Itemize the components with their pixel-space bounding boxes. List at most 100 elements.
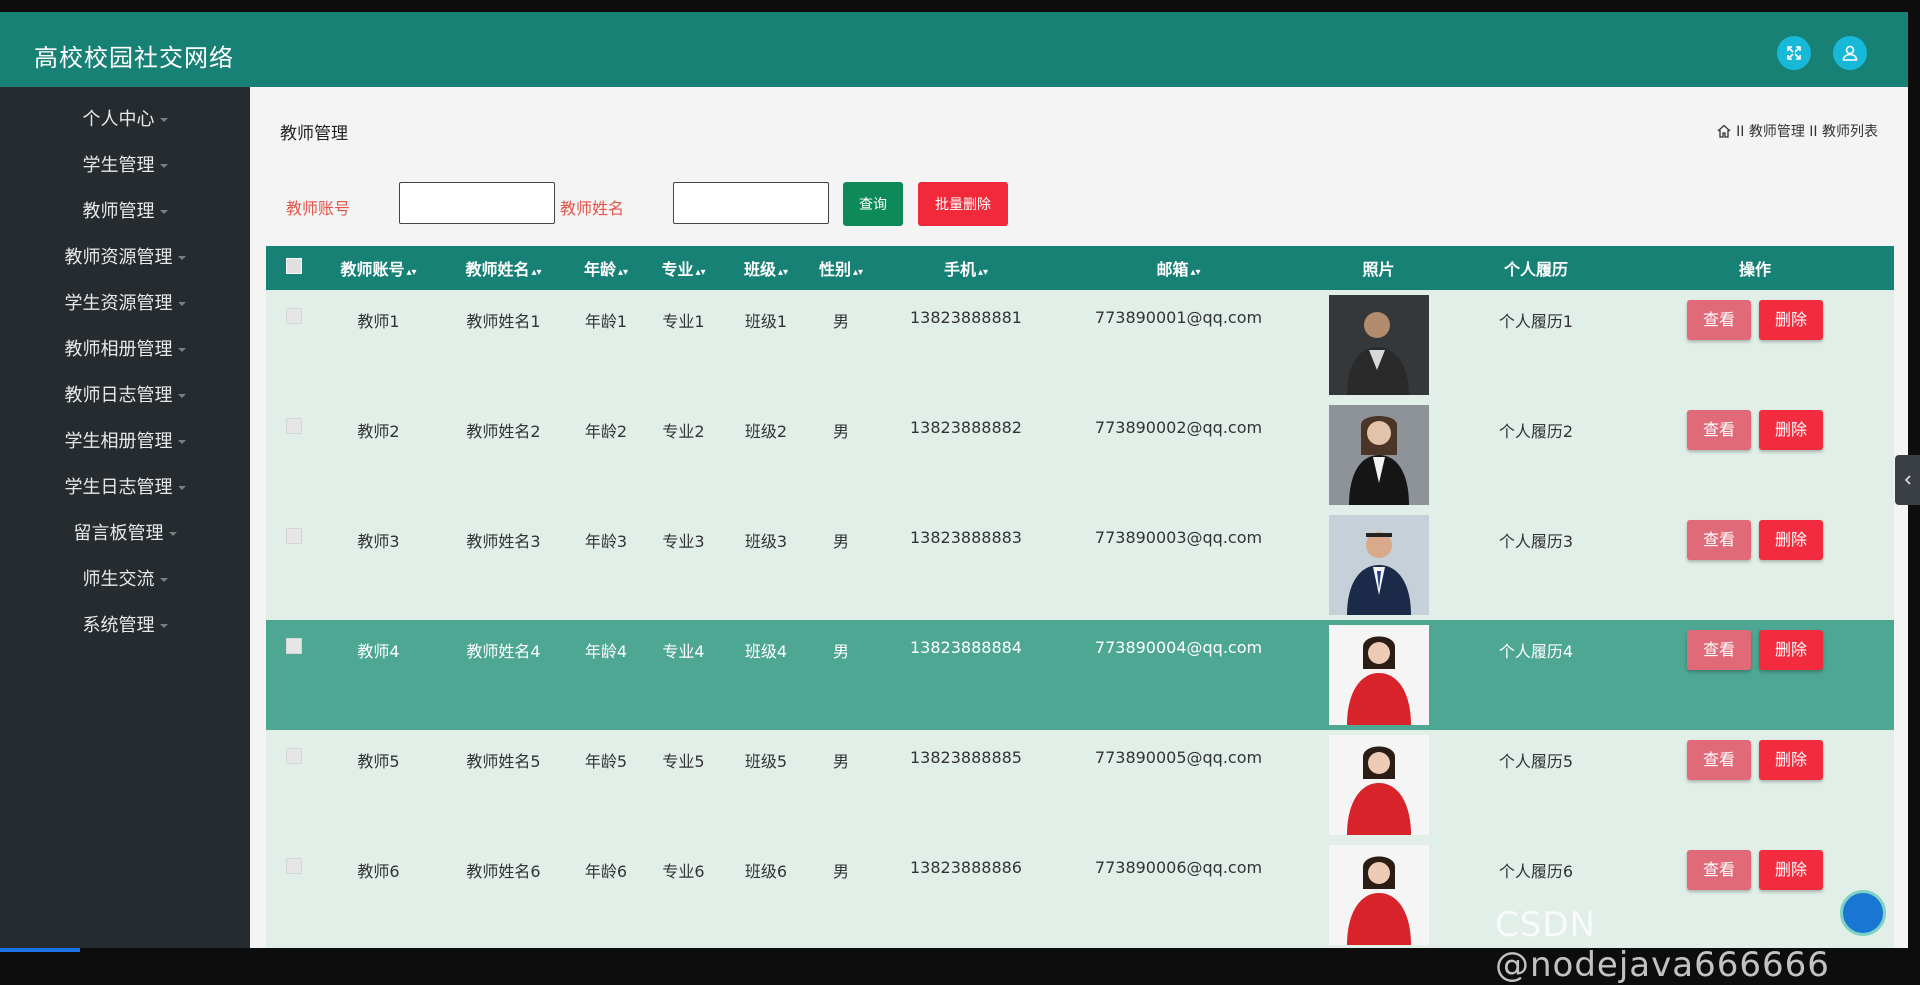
home-icon[interactable] [1716,123,1732,139]
view-button[interactable]: 查看 [1687,410,1751,450]
sort-icon[interactable]: ▴▾ [1190,267,1200,278]
column-header[interactable]: 性别 ▴▾ [806,246,876,290]
column-header[interactable]: 教师账号 ▴▾ [321,246,436,290]
caret-down-icon [177,486,186,490]
teacher-photo[interactable] [1328,845,1429,945]
sidebar-item-student-management[interactable]: 学生管理 [0,141,250,187]
batch-delete-button[interactable]: 批量删除 [918,182,1008,226]
view-button[interactable]: 查看 [1687,520,1751,560]
teacher-name-input[interactable] [673,182,829,224]
sidebar-item-teacher-logs[interactable]: 教师日志管理 [0,371,250,417]
sidebar-item-teacher-student-chat[interactable]: 师生交流 [0,555,250,601]
resume-cell: 个人履历3 [1498,532,1574,551]
row-checkbox[interactable] [285,748,302,764]
row-checkbox[interactable] [285,528,302,544]
horizontal-scrollbar[interactable] [0,948,80,952]
table-row[interactable]: 教师3 教师姓名3 年龄3 专业3 班级3 男 13823888883 7738… [266,510,1894,620]
column-header[interactable]: 邮箱 ▴▾ [1056,246,1301,290]
sidebar-item-label: 系统管理 [82,615,155,636]
table-row[interactable]: 教师2 教师姓名2 年龄2 专业2 班级2 男 13823888882 7738… [266,400,1894,510]
select-all-checkbox[interactable] [285,258,302,274]
teacher-photo[interactable] [1328,405,1429,505]
sort-icon[interactable]: ▴▾ [406,267,416,278]
sidebar-item-teacher-albums[interactable]: 教师相册管理 [0,325,250,371]
breadcrumb: II 教师管理 II 教师列表 [1716,121,1878,141]
sidebar-item-personal-center[interactable]: 个人中心 [0,95,250,141]
select-all-header[interactable] [266,246,321,290]
delete-button[interactable]: 删除 [1759,850,1823,890]
age-cell: 年龄6 [584,862,628,881]
chevron-left-icon [1904,475,1911,485]
sidebar-item-label: 教师相册管理 [64,339,173,360]
resume-cell: 个人履历5 [1498,752,1574,771]
email-cell: 773890004@qq.com [1094,638,1263,657]
column-header: 个人履历 [1503,260,1568,279]
email-cell: 773890002@qq.com [1094,418,1263,437]
column-header[interactable]: 年龄 ▴▾ [571,246,641,290]
teacher-photo[interactable] [1328,515,1429,615]
caret-down-icon [177,440,186,444]
row-checkbox[interactable] [285,308,302,324]
side-panel-toggle[interactable] [1895,455,1920,505]
sort-icon[interactable]: ▴▾ [853,267,863,278]
column-header[interactable]: 专业 ▴▾ [641,246,726,290]
delete-button[interactable]: 删除 [1759,300,1823,340]
row-select-cell[interactable] [266,510,321,620]
sidebar-item-teacher-management[interactable]: 教师管理 [0,187,250,233]
teacher-account-input[interactable] [399,182,555,224]
user-profile-button[interactable] [1833,36,1867,70]
row-select-cell[interactable] [266,730,321,840]
teacher-photo[interactable] [1328,735,1429,835]
app-title: 高校校园社交网络 [34,44,234,72]
gender-cell: 男 [832,422,849,441]
column-header[interactable]: 教师姓名 ▴▾ [436,246,571,290]
view-button[interactable]: 查看 [1687,630,1751,670]
row-select-cell[interactable] [266,620,321,730]
sort-icon[interactable]: ▴▾ [978,267,988,278]
email-cell: 773890003@qq.com [1094,528,1263,547]
caret-down-icon [177,256,186,260]
view-button[interactable]: 查看 [1687,740,1751,780]
column-header[interactable]: 班级 ▴▾ [726,246,806,290]
row-select-cell[interactable] [266,290,321,400]
sort-icon[interactable]: ▴▾ [531,267,541,278]
caret-down-icon [168,532,177,536]
sidebar-item-student-logs[interactable]: 学生日志管理 [0,463,250,509]
sidebar-item-teacher-resources[interactable]: 教师资源管理 [0,233,250,279]
sidebar-item-student-albums[interactable]: 学生相册管理 [0,417,250,463]
fullscreen-button[interactable] [1777,36,1811,70]
delete-button[interactable]: 删除 [1759,520,1823,560]
view-button[interactable]: 查看 [1687,850,1751,890]
row-checkbox[interactable] [285,418,302,434]
actions-cell: 查看 删除 [1616,290,1894,400]
row-checkbox[interactable] [285,638,302,654]
table-header-row: 教师账号 ▴▾ 教师姓名 ▴▾ 年龄 ▴▾ 专业 ▴▾ 班级 ▴▾ 性别 ▴▾ 手机 ▴▾ 邮… [266,246,1894,290]
gender-cell: 男 [832,532,849,551]
row-select-cell[interactable] [266,400,321,510]
column-header: 照片 [1362,260,1395,279]
caret-down-icon [159,118,168,122]
view-button[interactable]: 查看 [1687,300,1751,340]
row-checkbox[interactable] [285,858,302,874]
table-row[interactable]: 教师5 教师姓名5 年龄5 专业5 班级5 男 13823888885 7738… [266,730,1894,840]
top-header: 高校校园社交网络 [0,12,1908,87]
sort-icon[interactable]: ▴▾ [618,267,628,278]
sort-icon[interactable]: ▴▾ [695,267,705,278]
row-select-cell[interactable] [266,840,321,948]
delete-button[interactable]: 删除 [1759,740,1823,780]
column-header[interactable]: 手机 ▴▾ [876,246,1056,290]
name-cell: 教师姓名3 [466,532,541,551]
caret-down-icon [177,394,186,398]
delete-button[interactable]: 删除 [1759,410,1823,450]
table-row[interactable]: 教师1 教师姓名1 年龄1 专业1 班级1 男 13823888881 7738… [266,290,1894,400]
teacher-photo[interactable] [1328,625,1429,725]
photo-cell [1301,840,1456,948]
query-button[interactable]: 查询 [843,182,903,226]
sidebar-item-message-board[interactable]: 留言板管理 [0,509,250,555]
teacher-photo[interactable] [1328,295,1429,395]
sort-icon[interactable]: ▴▾ [778,267,788,278]
delete-button[interactable]: 删除 [1759,630,1823,670]
table-row[interactable]: 教师4 教师姓名4 年龄4 专业4 班级4 男 13823888884 7738… [266,620,1894,730]
sidebar-item-student-resources[interactable]: 学生资源管理 [0,279,250,325]
sidebar-item-system-management[interactable]: 系统管理 [0,601,250,647]
